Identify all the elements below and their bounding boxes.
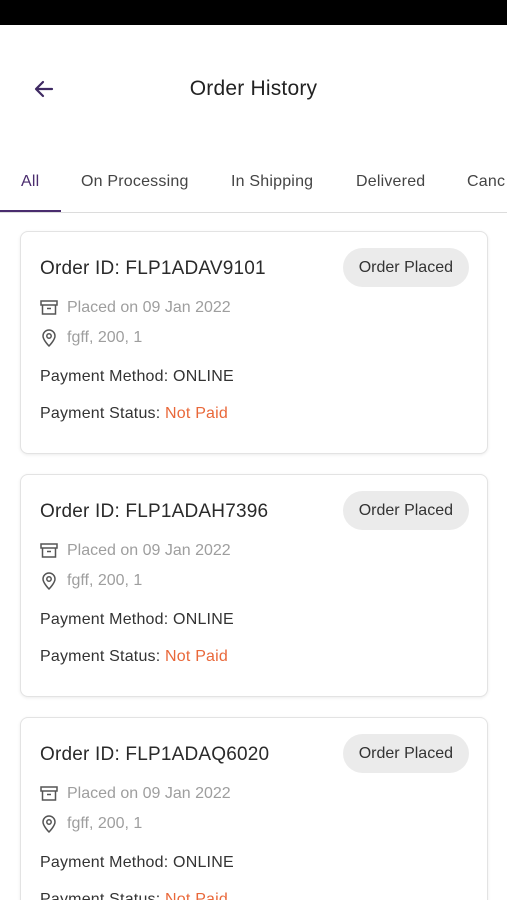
order-id: Order ID: FLP1ADAQ6020 (40, 744, 270, 765)
payment-status-row: Payment Status: Not Paid (40, 405, 228, 423)
tab-cancelled[interactable]: Canc (467, 173, 505, 191)
order-card[interactable]: Order ID: FLP1ADAH7396 Order Placed Plac… (20, 474, 488, 697)
placed-date-row: Placed on 09 Jan 2022 (39, 541, 231, 561)
payment-status-label: Payment Status: (40, 648, 166, 665)
payment-method-label: Payment Method: (40, 611, 174, 628)
order-id: Order ID: FLP1ADAV9101 (40, 258, 266, 279)
order-id: Order ID: FLP1ADAH7396 (40, 501, 269, 522)
page-title: Order History (189, 77, 318, 100)
placed-date: Placed on 09 Jan 2022 (67, 299, 231, 316)
tab-all[interactable]: All (21, 173, 39, 191)
placed-date-row: Placed on 09 Jan 2022 (39, 784, 231, 804)
tab-bar: All On Processing In Shipping Delivered … (0, 157, 507, 213)
address-row: fgff, 200, 1 (39, 814, 142, 834)
address-row: fgff, 200, 1 (39, 571, 142, 591)
order-card[interactable]: Order ID: FLP1ADAQ6020 Order Placed Plac… (20, 717, 488, 900)
address: fgff, 200, 1 (67, 572, 143, 589)
placed-date-row: Placed on 09 Jan 2022 (39, 298, 231, 318)
placed-date: Placed on 09 Jan 2022 (67, 542, 231, 559)
payment-method-row: Payment Method: ONLINE (40, 368, 234, 386)
status-badge: Order Placed (342, 491, 469, 530)
payment-status-label: Payment Status: (40, 891, 166, 900)
payment-method-label: Payment Method: (40, 854, 174, 871)
payment-method-row: Payment Method: ONLINE (40, 611, 234, 629)
placed-date: Placed on 09 Jan 2022 (67, 785, 231, 802)
status-bar (0, 0, 507, 25)
app-bar: Order History (0, 25, 507, 157)
archive-icon (39, 541, 59, 561)
payment-method-label: Payment Method: (40, 368, 174, 385)
address-row: fgff, 200, 1 (39, 328, 142, 348)
payment-method: ONLINE (173, 854, 234, 871)
payment-status: Not Paid (165, 891, 229, 900)
payment-status: Not Paid (165, 648, 229, 665)
status-badge: Order Placed (342, 248, 469, 287)
payment-status-row: Payment Status: Not Paid (40, 891, 228, 900)
payment-status-row: Payment Status: Not Paid (40, 648, 228, 666)
tab-delivered[interactable]: Delivered (356, 173, 425, 191)
payment-status-label: Payment Status: (40, 405, 166, 422)
address: fgff, 200, 1 (67, 329, 143, 346)
archive-icon (39, 298, 59, 318)
location-pin-icon (39, 571, 59, 591)
tab-on-processing[interactable]: On Processing (81, 173, 189, 191)
order-list: Order ID: FLP1ADAV9101 Order Placed Plac… (0, 213, 507, 900)
tab-in-shipping[interactable]: In Shipping (231, 173, 313, 191)
address: fgff, 200, 1 (67, 815, 143, 832)
payment-status: Not Paid (165, 405, 229, 422)
archive-icon (39, 784, 59, 804)
payment-method: ONLINE (173, 368, 234, 385)
location-pin-icon (39, 814, 59, 834)
payment-method: ONLINE (173, 611, 234, 628)
payment-method-row: Payment Method: ONLINE (40, 854, 234, 872)
status-badge: Order Placed (342, 734, 469, 773)
location-pin-icon (39, 328, 59, 348)
order-card[interactable]: Order ID: FLP1ADAV9101 Order Placed Plac… (20, 231, 488, 454)
